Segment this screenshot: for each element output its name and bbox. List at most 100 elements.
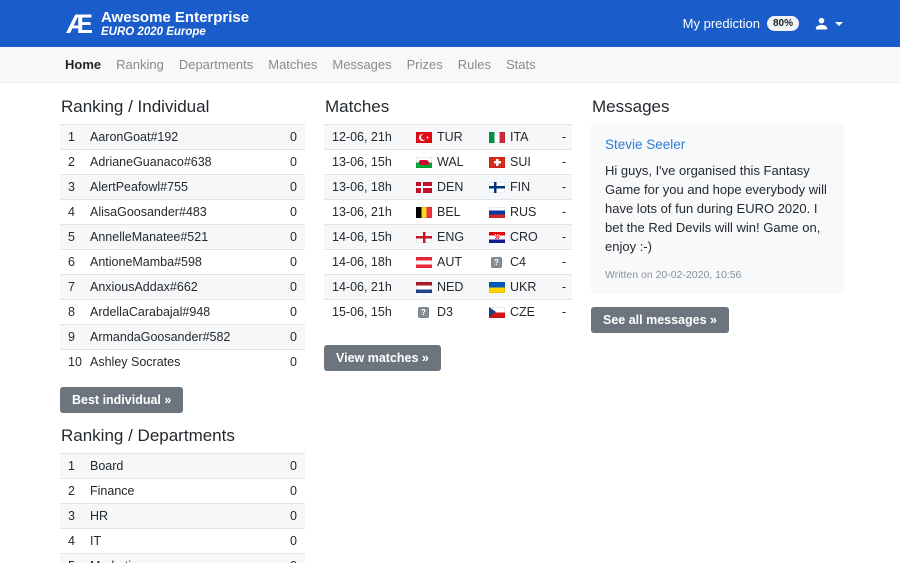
away-team: ITA (489, 130, 562, 144)
rank-cell: 4 (68, 534, 90, 548)
match-row: 13-06, 15h WAL SUI - (324, 149, 572, 174)
home-team-code: D3 (437, 305, 453, 319)
rank-cell: 7 (68, 280, 90, 294)
match-score: - (562, 305, 566, 319)
home-team: DEN (416, 180, 489, 194)
see-all-messages-button[interactable]: See all messages » (591, 307, 729, 333)
home-team: NED (416, 280, 489, 294)
match-score: - (562, 180, 566, 194)
home-flag-icon (416, 207, 432, 218)
department-name-cell: Finance (90, 484, 290, 498)
home-team-code: WAL (437, 155, 464, 169)
home-flag-icon (418, 307, 429, 318)
away-flag-icon (489, 207, 505, 218)
table-row: 3 HR 0 (60, 503, 305, 528)
nav-item[interactable]: Stats (506, 57, 536, 72)
matches-title: Matches (325, 97, 572, 117)
match-datetime: 14-06, 15h (332, 230, 416, 244)
away-flag-icon (489, 307, 505, 318)
nav-item[interactable]: Prizes (407, 57, 443, 72)
match-datetime: 13-06, 15h (332, 155, 416, 169)
home-team: BEL (416, 205, 489, 219)
player-name-cell: AlertPeafowl#755 (90, 180, 290, 194)
table-row: 3 AlertPeafowl#755 0 (60, 174, 305, 199)
department-name-cell: IT (90, 534, 290, 548)
match-row: 12-06, 21h TUR ITA - (324, 124, 572, 149)
message-body: Hi guys, I've organised this Fantasy Gam… (605, 161, 830, 256)
player-name-cell: AlisaGoosander#483 (90, 205, 290, 219)
score-cell: 0 (290, 484, 297, 498)
home-team-code: ENG (437, 230, 464, 244)
nav-item[interactable]: Messages (332, 57, 391, 72)
home-flag-icon (416, 157, 432, 168)
nav-item[interactable]: Ranking (116, 57, 164, 72)
score-cell: 0 (290, 330, 297, 344)
rank-cell: 3 (68, 180, 90, 194)
brand-logo-icon: Æ (66, 10, 91, 38)
player-name-cell: AntioneMamba#598 (90, 255, 290, 269)
player-name-cell: AaronGoat#192 (90, 130, 290, 144)
ranking-individual-title: Ranking / Individual (61, 97, 305, 117)
home-team: TUR (416, 130, 489, 144)
table-row: 1 Board 0 (60, 453, 305, 478)
player-name-cell: Ashley Socrates (90, 355, 290, 369)
matches-table: 12-06, 21h TUR ITA - 13-06, 15h (324, 124, 572, 324)
home-team-code: BEL (437, 205, 461, 219)
user-menu[interactable] (813, 15, 843, 32)
table-row: 8 ArdellaCarabajal#948 0 (60, 299, 305, 324)
away-team-code: FIN (510, 180, 530, 194)
home-team: AUT (416, 255, 489, 269)
message-timestamp: Written on 20-02-2020, 10:56 (605, 269, 830, 281)
message-author-link[interactable]: Stevie Seeler (605, 137, 685, 152)
home-team: D3 (416, 305, 489, 319)
my-prediction-link[interactable]: My prediction (683, 16, 760, 31)
ranking-column: Ranking / Individual 1 AaronGoat#192 0 2… (60, 97, 305, 563)
home-team: WAL (416, 155, 489, 169)
away-team: RUS (489, 205, 562, 219)
table-row: 7 AnxiousAddax#662 0 (60, 274, 305, 299)
home-team-code: TUR (437, 130, 463, 144)
rank-cell: 1 (68, 130, 90, 144)
score-cell: 0 (290, 534, 297, 548)
rank-cell: 5 (68, 559, 90, 563)
nav-item[interactable]: Departments (179, 57, 253, 72)
away-team: FIN (489, 180, 562, 194)
table-row: 10 Ashley Socrates 0 (60, 349, 305, 374)
score-cell: 0 (290, 205, 297, 219)
match-datetime: 12-06, 21h (332, 130, 416, 144)
match-datetime: 14-06, 18h (332, 255, 416, 269)
match-row: 13-06, 21h BEL RUS - (324, 199, 572, 224)
match-score: - (562, 155, 566, 169)
match-score: - (562, 255, 566, 269)
score-cell: 0 (290, 255, 297, 269)
score-cell: 0 (290, 180, 297, 194)
score-cell: 0 (290, 230, 297, 244)
match-score: - (562, 205, 566, 219)
best-individual-button[interactable]: Best individual » (60, 387, 183, 413)
table-row: 6 AntioneMamba#598 0 (60, 249, 305, 274)
match-score: - (562, 230, 566, 244)
brand-text: Awesome Enterprise EURO 2020 Europe (101, 9, 249, 39)
match-score: - (562, 130, 566, 144)
nav-item[interactable]: Rules (458, 57, 491, 72)
main-content: Ranking / Individual 1 AaronGoat#192 0 2… (0, 83, 900, 563)
score-cell: 0 (290, 355, 297, 369)
message-card: Stevie Seeler Hi guys, I've organised th… (591, 124, 844, 294)
away-flag-icon (491, 257, 502, 268)
home-flag-icon (416, 257, 432, 268)
away-team: SUI (489, 155, 562, 169)
nav-item[interactable]: Matches (268, 57, 317, 72)
match-datetime: 14-06, 21h (332, 280, 416, 294)
table-row: 1 AaronGoat#192 0 (60, 124, 305, 149)
table-row: 4 AlisaGoosander#483 0 (60, 199, 305, 224)
table-row: 4 IT 0 (60, 528, 305, 553)
nav-item[interactable]: Home (65, 57, 101, 72)
away-team-code: CZE (510, 305, 535, 319)
matches-column: Matches 12-06, 21h TUR ITA - 1 (324, 97, 572, 563)
player-name-cell: AdrianeGuanaco#638 (90, 155, 290, 169)
home-team-code: NED (437, 280, 463, 294)
table-row: 5 Marketing 0 (60, 553, 305, 563)
view-matches-button[interactable]: View matches » (324, 345, 441, 371)
rank-cell: 6 (68, 255, 90, 269)
rank-cell: 4 (68, 205, 90, 219)
